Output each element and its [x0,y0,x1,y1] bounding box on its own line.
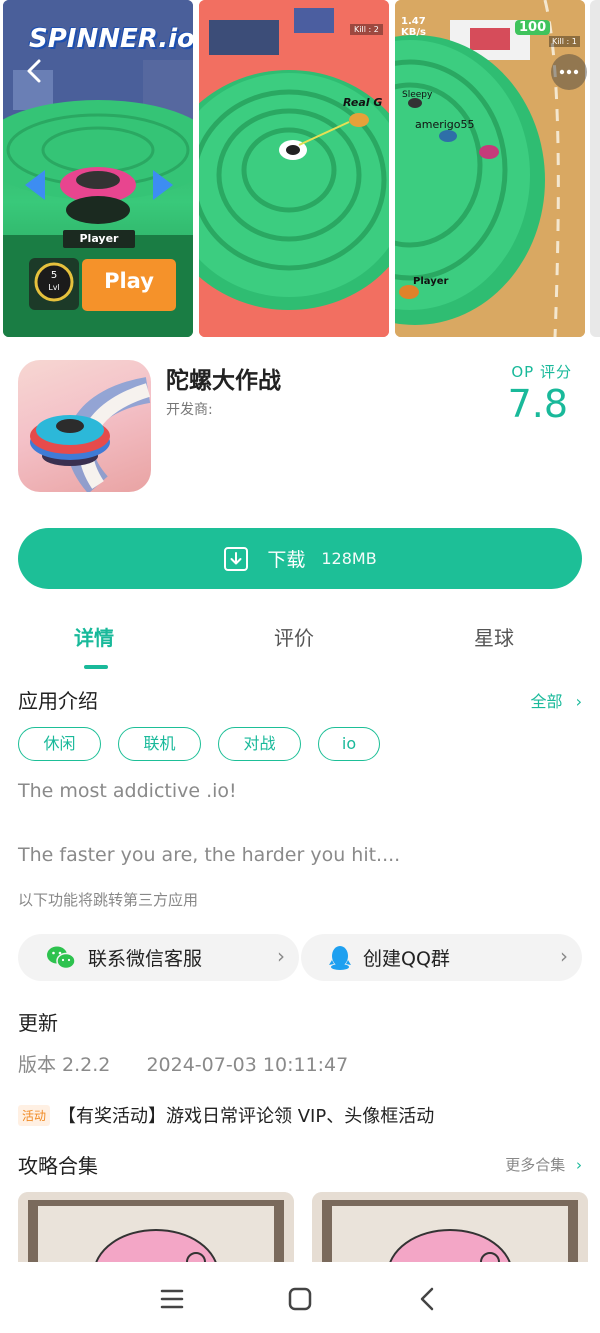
download-icon [224,546,249,571]
description-line-1: The most addictive .io! [18,780,237,802]
activity-text: 【有奖活动】游戏日常评论领 VIP、头像框活动 [58,1106,435,1127]
battery-indicator: 100 [515,20,551,35]
speed-value: 1.47 [401,16,426,27]
back-nav-button[interactable] [411,1282,445,1316]
tag-casual[interactable]: 休闲 [18,727,101,761]
chevron-right-icon: › [277,944,285,968]
guides-title: 攻略合集 [18,1154,98,1178]
developer-label: 开发商: [166,402,213,418]
game-logo: SPINNER.io [29,24,193,54]
player-name-amerigo: amerigo55 [415,118,475,131]
version-info: 版本 2.2.2 2024-07-03 10:11:47 [18,1050,378,1077]
screenshot-2[interactable]: Kill : 2 Real G [199,0,389,337]
tab-details[interactable]: 详情 [74,622,114,651]
activity-banner[interactable]: 活动 【有奖活动】游戏日常评论领 VIP、头像框活动 [18,1102,434,1128]
speed-unit: KB/s [401,27,426,38]
tag-io[interactable]: io [318,727,380,761]
version-number: 版本 2.2.2 [18,1054,111,1076]
network-speed: 1.47 KB/s [401,16,426,38]
tag-list: 休闲 联机 对战 io [18,727,397,761]
screenshot-gallery[interactable]: SPINNER.io Player 5 Lvl Play Kill : 2 Re… [0,0,600,340]
system-nav-bar [0,1262,600,1333]
app-title: 陀螺大作战 [166,368,281,394]
wechat-icon [47,946,76,969]
player-name-player: Player [413,276,449,287]
level-unit: Lvl [48,283,60,292]
qq-icon [329,945,351,970]
tag-online[interactable]: 联机 [118,727,201,761]
game-scene-2 [199,0,389,337]
chevron-right-icon: › [575,692,582,711]
player-name-sleepy: Sleepy [402,90,433,100]
app-icon [18,360,151,492]
screenshot-4[interactable] [590,0,600,337]
home-nav-button[interactable] [283,1282,317,1316]
qq-group-label: 创建QQ群 [363,948,450,970]
wechat-service-button[interactable]: 联系微信客服 › [18,934,299,981]
score-label: OP 评分 [511,363,572,381]
chevron-right-icon: › [560,944,568,968]
menu-nav-button[interactable] [155,1282,189,1316]
play-button-label: Play [104,269,154,293]
description-line-2: The faster you are, the harder you hit..… [18,844,401,866]
download-button[interactable]: 下载 128MB [18,528,582,589]
screenshot-3[interactable]: 1.47 KB/s 100 Kill : 1 Sleepy amerigo55 … [395,0,585,337]
more-dots-icon [559,69,579,75]
kill-counter: Kill : 1 [549,36,580,47]
back-arrow-icon [420,1287,434,1311]
more-guides-link[interactable]: 更多合集 › [505,1154,582,1175]
activity-badge: 活动 [18,1104,51,1126]
menu-icon [160,1289,184,1309]
player-label: Player [79,232,119,245]
back-icon[interactable] [20,56,50,86]
third-party-note: 以下功能将跳转第三方应用 [18,891,199,909]
tab-planet[interactable]: 星球 [474,622,514,651]
wechat-service-label: 联系微信客服 [88,948,203,970]
download-size: 128MB [321,549,377,568]
home-square-icon [288,1287,312,1311]
intro-title: 应用介绍 [18,689,98,713]
kill-counter: Kill : 2 [350,24,383,35]
all-label: 全部 [530,692,563,711]
chevron-right-icon: › [576,1156,582,1174]
intro-all-link[interactable]: 全部 › [530,688,582,712]
qq-group-button[interactable]: 创建QQ群 › [301,934,582,981]
tag-battle[interactable]: 对战 [218,727,301,761]
update-date: 2024-07-03 10:11:47 [146,1054,349,1076]
screenshot-1[interactable]: SPINNER.io Player 5 Lvl Play [3,0,193,337]
update-title: 更新 [18,1011,58,1035]
download-label: 下载 [267,549,306,571]
enemy-name: Real G [343,96,383,109]
level-number: 5 [50,270,58,281]
more-guides-label: 更多合集 [505,1156,566,1174]
score-value: 7.8 [507,382,568,426]
tab-reviews[interactable]: 评价 [274,622,314,651]
more-options-button[interactable] [551,54,587,90]
tab-active-indicator [84,665,108,669]
